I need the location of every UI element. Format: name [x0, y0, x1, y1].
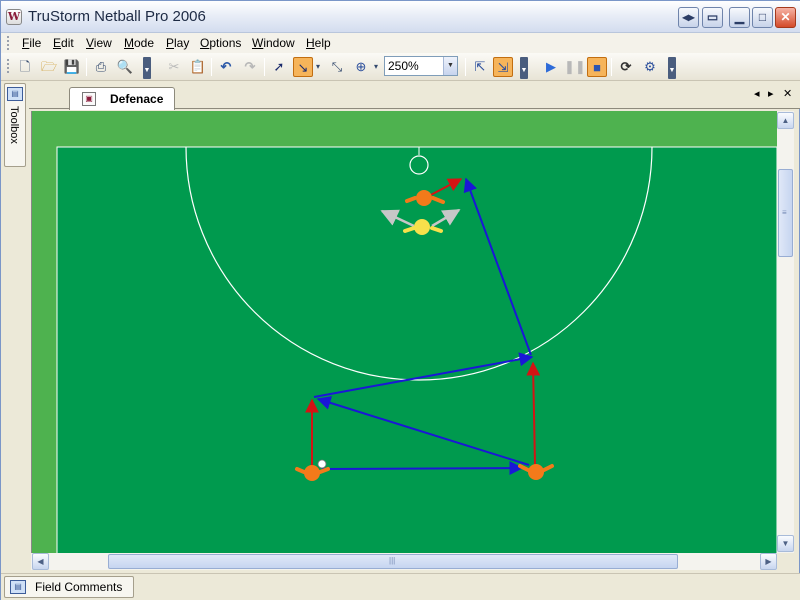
toolbar-grip[interactable] — [7, 59, 10, 73]
scroll-down-icon[interactable]: ▼ — [777, 535, 794, 552]
window-nav-button[interactable]: ◂▸ — [678, 7, 699, 28]
open-icon[interactable]: 🗁 — [39, 57, 59, 77]
draw-line-dropdown-icon[interactable]: ▾ — [313, 57, 323, 77]
toolbar-overflow-chevron-3[interactable]: ▼ — [668, 57, 676, 79]
document-icon: ▣ — [82, 92, 96, 106]
grip-icon: ||| — [389, 556, 396, 565]
tab-scroll-right-icon[interactable]: ▸ — [768, 87, 774, 100]
menu-window[interactable]: Window — [252, 36, 295, 50]
tab-defenace[interactable]: ▣ Defenace — [69, 87, 175, 110]
toolbar-separator — [211, 58, 212, 76]
cut-icon[interactable]: ✂ — [164, 57, 184, 77]
print-icon[interactable]: ⎙ — [91, 57, 111, 77]
toolbar-separator — [611, 58, 612, 76]
redo-icon[interactable]: ↷ — [240, 57, 260, 77]
draw-line-icon[interactable]: ↘ — [293, 57, 313, 77]
comments-icon: ▤ — [10, 580, 26, 594]
play-icon[interactable]: ▶ — [541, 57, 561, 77]
print-preview-icon[interactable]: 🔍 — [115, 57, 135, 77]
save-icon[interactable]: 💾 — [62, 57, 82, 77]
horizontal-scrollbar[interactable]: ◀ ||| ▶ — [31, 553, 777, 570]
resize-icon[interactable]: ⤡ — [327, 57, 347, 77]
grip-icon: ≡ — [782, 208, 787, 217]
menu-file[interactable]: File — [22, 36, 41, 50]
toolbar-separator — [86, 58, 87, 76]
menu-edit[interactable]: Edit — [53, 36, 74, 50]
vertical-scroll-thumb[interactable]: ≡ — [778, 169, 793, 257]
vertical-scrollbar[interactable]: ▲ ≡ ▼ — [777, 111, 794, 553]
window-title: TruStorm Netball Pro 2006 — [28, 8, 206, 25]
new-icon[interactable]: 🗋 — [15, 57, 35, 77]
toolbox-label: Toolbox — [8, 106, 20, 144]
stop-icon[interactable]: ■ — [587, 57, 607, 77]
title-bar: W TruStorm Netball Pro 2006 ◂▸ ▭ ▁ □ ✕ — [1, 1, 800, 33]
netball-court-drawing[interactable] — [32, 111, 777, 553]
toolbox-tab[interactable]: ▤ Toolbox — [4, 83, 26, 167]
import-icon[interactable]: ⇲ — [493, 57, 513, 77]
minimize-button[interactable]: ▁ — [729, 7, 750, 28]
court-canvas[interactable] — [31, 111, 777, 553]
tab-label: Defenace — [110, 92, 164, 106]
field-comments-label: Field Comments — [35, 580, 123, 594]
toolbar-separator — [264, 58, 265, 76]
horizontal-scroll-thumb[interactable]: ||| — [108, 554, 678, 569]
scroll-up-icon[interactable]: ▲ — [777, 112, 794, 129]
window-restore-doc-button[interactable]: ▭ — [702, 7, 723, 28]
application-window: W TruStorm Netball Pro 2006 ◂▸ ▭ ▁ □ ✕ F… — [0, 0, 800, 600]
maximize-button[interactable]: □ — [752, 7, 773, 28]
zoom-select[interactable]: 250% ▼ — [384, 56, 458, 76]
paste-icon[interactable]: 📋 — [188, 57, 208, 77]
select-icon[interactable]: ➚ — [269, 57, 289, 77]
export-icon[interactable]: ⇱ — [470, 57, 490, 77]
toolbox-icon: ▤ — [7, 87, 23, 101]
scroll-left-icon[interactable]: ◀ — [32, 553, 49, 570]
document-tab-strip: ▣ Defenace — [29, 81, 800, 110]
menu-view[interactable]: View — [86, 36, 112, 50]
app-logo-icon: W — [6, 9, 22, 25]
menu-mode[interactable]: Mode — [124, 36, 154, 50]
tab-scroll-left-icon[interactable]: ◂ — [754, 87, 760, 100]
field-comments-tab[interactable]: ▤ Field Comments — [4, 576, 134, 598]
undo-icon[interactable]: ↶ — [216, 57, 236, 77]
pause-icon[interactable]: ❚❚ — [564, 57, 586, 77]
zoom-icon[interactable]: ⊕ — [351, 57, 371, 77]
close-document-icon[interactable]: ✕ — [783, 87, 792, 100]
scroll-right-icon[interactable]: ▶ — [760, 553, 777, 570]
refresh-icon[interactable]: ⟳ — [616, 57, 636, 77]
settings-icon[interactable]: ⚙ — [640, 57, 660, 77]
menu-help[interactable]: Help — [306, 36, 331, 50]
close-window-button[interactable]: ✕ — [775, 7, 796, 28]
scrollbar-corner — [777, 553, 794, 570]
menu-options[interactable]: Options — [200, 36, 241, 50]
court-inner — [56, 146, 777, 553]
zoom-dropdown-icon[interactable]: ▾ — [371, 57, 381, 77]
ball-icon — [317, 459, 327, 469]
menu-grip[interactable] — [7, 36, 10, 50]
toolbar-separator — [465, 58, 466, 76]
chevron-down-icon[interactable]: ▼ — [443, 57, 457, 75]
menu-play[interactable]: Play — [166, 36, 189, 50]
menu-bar: File Edit View Mode Play Options Window … — [1, 33, 800, 53]
pass-arrow — [321, 461, 524, 476]
zoom-value: 250% — [388, 59, 419, 73]
toolbar-overflow-chevron-2[interactable]: ▼ — [520, 57, 528, 79]
toolbar-overflow-chevron[interactable]: ▼ — [143, 57, 151, 79]
